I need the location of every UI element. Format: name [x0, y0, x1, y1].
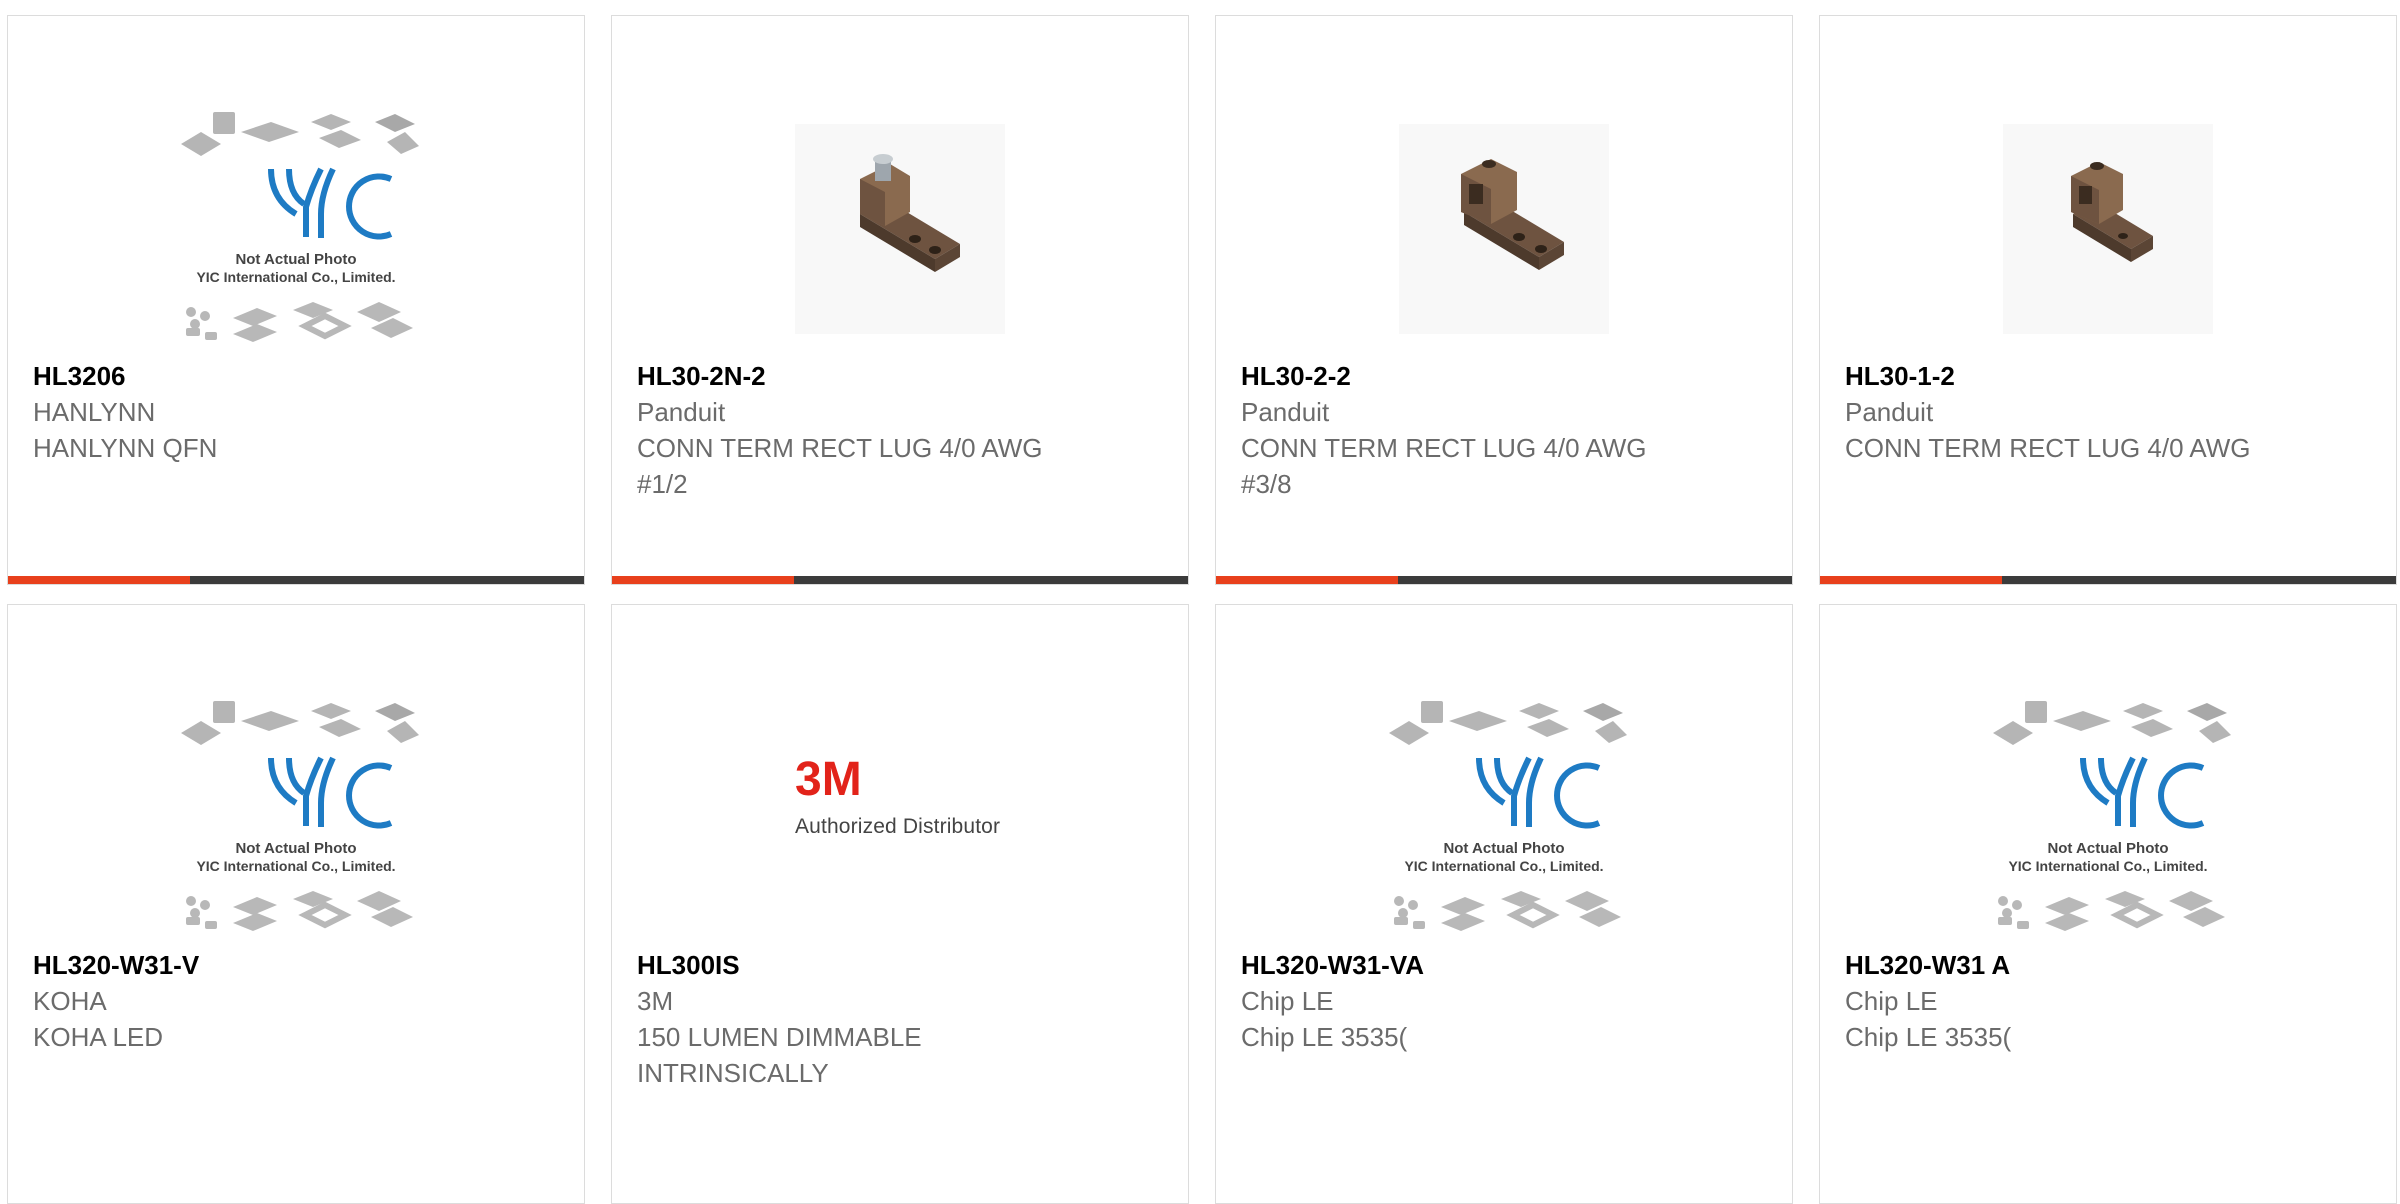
product-card[interactable]: HL30-2N-2 Panduit CONN TERM RECT LUG 4/0…	[611, 15, 1189, 585]
product-part-number[interactable]: HL30-2-2	[1241, 358, 1772, 394]
card-accent-bar	[1216, 576, 1792, 584]
product-description: Chip LE 3535(	[1845, 1022, 2012, 1052]
product-card[interactable]: Not Actual Photo YIC International Co., …	[7, 604, 585, 1204]
product-grid: Not Actual Photo YIC International Co., …	[0, 0, 2400, 1204]
product-brand: Chip LE	[1845, 986, 1938, 1016]
product-description: CONN TERM RECT LUG 4/0 AWG #1/2	[637, 433, 1043, 499]
product-info: HL30-2-2 Panduit CONN TERM RECT LUG 4/0 …	[1241, 358, 1772, 502]
chip-placeholder-icon: Not Actual Photo YIC International Co., …	[1993, 701, 2231, 931]
product-brand: Panduit	[637, 397, 726, 427]
lug-connector-image	[1399, 124, 1609, 334]
product-image[interactable]	[1369, 94, 1639, 364]
product-part-number[interactable]: HL320-W31 A	[1845, 947, 2376, 983]
product-info: HL320-W31-V KOHA KOHA LED	[33, 947, 564, 1055]
placeholder-line-1: Not Actual Photo	[1443, 840, 1564, 857]
product-description: CONN TERM RECT LUG 4/0 AWG #3/8	[1241, 433, 1647, 499]
product-image[interactable]	[765, 94, 1035, 364]
product-description: 150 LUMEN DIMMABLE INTRINSICALLY	[637, 1022, 922, 1088]
placeholder-line-1: Not Actual Photo	[235, 840, 356, 857]
card-accent-orange	[612, 576, 794, 584]
brand-logo-text: 3M	[795, 753, 862, 806]
product-card[interactable]: Not Actual Photo YIC International Co., …	[7, 15, 585, 585]
product-info: HL30-1-2 Panduit CONN TERM RECT LUG 4/0 …	[1845, 358, 2376, 466]
product-card[interactable]: Not Actual Photo YIC International Co., …	[1819, 604, 2397, 1204]
chip-placeholder-icon: Not Actual Photo YIC International Co., …	[181, 701, 419, 931]
product-brand: 3M	[637, 986, 674, 1016]
card-accent-bar	[8, 576, 584, 584]
card-accent-orange	[1216, 576, 1398, 584]
product-image[interactable]	[1973, 94, 2243, 364]
placeholder-line-1: Not Actual Photo	[2047, 840, 2168, 857]
product-info: HL30-2N-2 Panduit CONN TERM RECT LUG 4/0…	[637, 358, 1168, 502]
product-image[interactable]: Not Actual Photo YIC International Co., …	[161, 683, 431, 953]
card-accent-orange	[8, 576, 190, 584]
product-brand: Panduit	[1845, 397, 1934, 427]
product-brand: Chip LE	[1241, 986, 1334, 1016]
card-accent-bar	[1820, 576, 2396, 584]
product-info: HL3206 HANLYNN HANLYNN QFN	[33, 358, 564, 466]
card-accent-bar	[612, 576, 1188, 584]
chip-placeholder-icon: Not Actual Photo YIC International Co., …	[181, 112, 419, 342]
chip-placeholder-icon: Not Actual Photo YIC International Co., …	[1389, 701, 1627, 931]
product-part-number[interactable]: HL3206	[33, 358, 564, 394]
lug-connector-image	[2003, 124, 2213, 334]
product-image[interactable]: Not Actual Photo YIC International Co., …	[1973, 683, 2243, 953]
product-card[interactable]: HL30-2-2 Panduit CONN TERM RECT LUG 4/0 …	[1215, 15, 1793, 585]
placeholder-line-2: YIC International Co., Limited.	[196, 858, 395, 874]
placeholder-line-2: YIC International Co., Limited.	[196, 269, 395, 285]
product-description: HANLYNN QFN	[33, 433, 218, 463]
placeholder-line-2: YIC International Co., Limited.	[2008, 858, 2207, 874]
placeholder-line-1: Not Actual Photo	[235, 251, 356, 268]
product-info: HL300IS 3M 150 LUMEN DIMMABLE INTRINSICA…	[637, 947, 1168, 1091]
brand-logo-caption: Authorized Distributor	[795, 815, 1000, 838]
product-image[interactable]: Not Actual Photo YIC International Co., …	[1369, 683, 1639, 953]
product-part-number[interactable]: HL320-W31-V	[33, 947, 564, 983]
product-image[interactable]: Not Actual Photo YIC International Co., …	[161, 94, 431, 364]
product-part-number[interactable]: HL320-W31-VA	[1241, 947, 1772, 983]
product-card[interactable]: HL30-1-2 Panduit CONN TERM RECT LUG 4/0 …	[1819, 15, 2397, 585]
product-info: HL320-W31-VA Chip LE Chip LE 3535(	[1241, 947, 1772, 1055]
product-part-number[interactable]: HL300IS	[637, 947, 1168, 983]
product-description: CONN TERM RECT LUG 4/0 AWG	[1845, 433, 2251, 463]
product-brand: Panduit	[1241, 397, 1330, 427]
product-card[interactable]: Not Actual Photo YIC International Co., …	[1215, 604, 1793, 1204]
product-description: Chip LE 3535(	[1241, 1022, 1408, 1052]
product-info: HL320-W31 A Chip LE Chip LE 3535(	[1845, 947, 2376, 1055]
brand-3m-logo: 3M Authorized Distributor	[795, 753, 1000, 838]
placeholder-line-2: YIC International Co., Limited.	[1404, 858, 1603, 874]
product-image[interactable]: 3M Authorized Distributor	[765, 683, 1035, 953]
product-brand: KOHA	[33, 986, 107, 1016]
product-card[interactable]: 3M Authorized Distributor HL300IS 3M 150…	[611, 604, 1189, 1204]
product-description: KOHA LED	[33, 1022, 164, 1052]
product-brand: HANLYNN	[33, 397, 156, 427]
product-part-number[interactable]: HL30-1-2	[1845, 358, 2376, 394]
lug-connector-image	[795, 124, 1005, 334]
card-accent-orange	[1820, 576, 2002, 584]
product-part-number[interactable]: HL30-2N-2	[637, 358, 1168, 394]
